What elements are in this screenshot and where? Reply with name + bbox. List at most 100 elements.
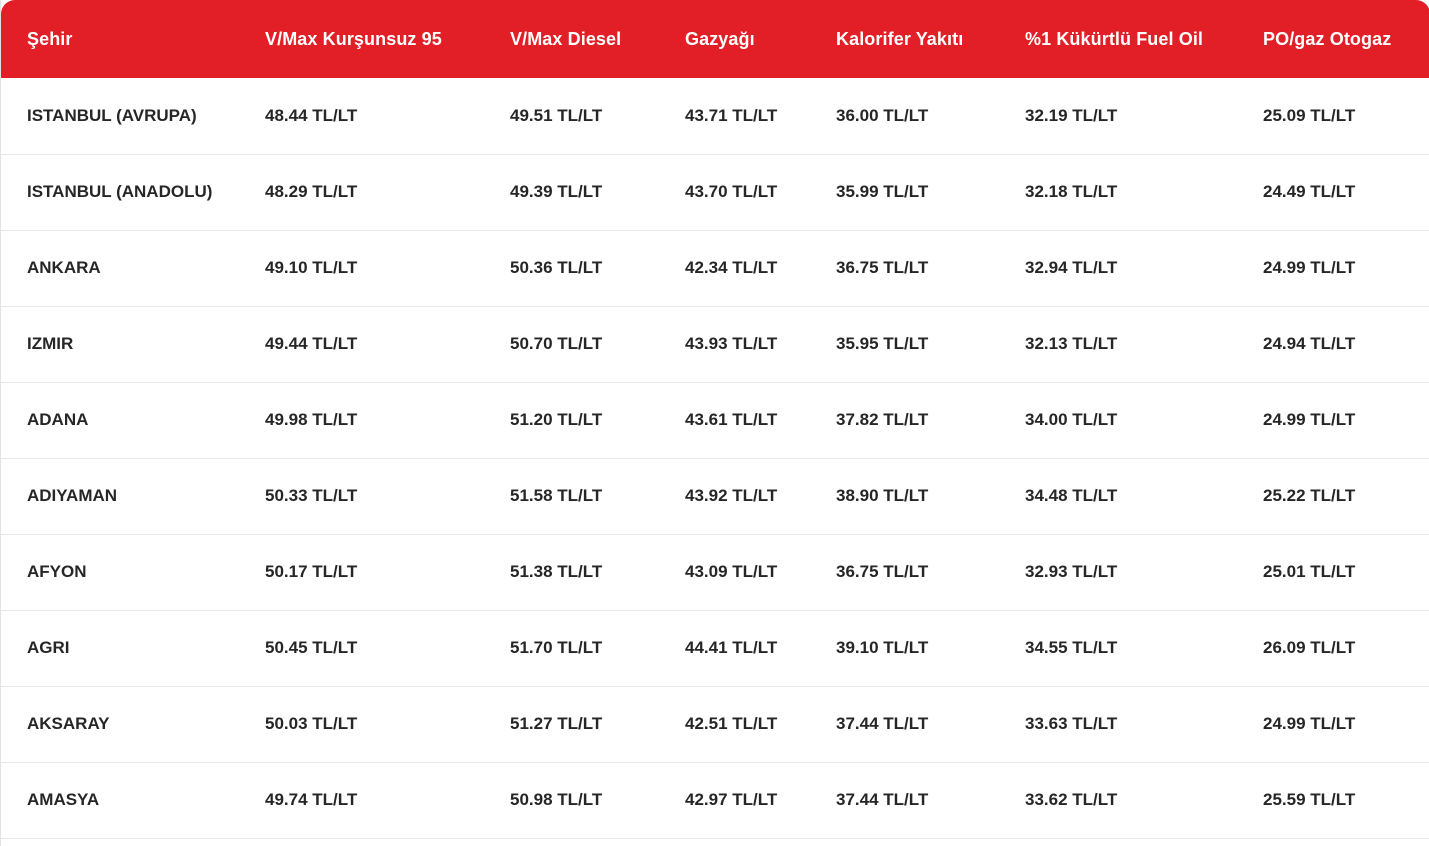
header-kerosene[interactable]: Gazyağı [685,0,836,78]
header-vmax-unleaded-95[interactable]: V/Max Kurşunsuz 95 [265,0,510,78]
cell-autogas: 25.09 TL/LT [1263,78,1429,154]
cell-value: 43.92 TL/LT [685,486,778,505]
cell-kerosene: 43.61 TL/LT [685,382,836,458]
cell-value: 24.99 TL/LT [1263,410,1356,429]
cell-city: AFYON [1,534,265,610]
cell-vmax-diesel: 51.58 TL/LT [510,458,685,534]
cell-vmax-unleaded-95: 50.45 TL/LT [265,610,510,686]
cell-autogas: 26.09 TL/LT [1263,610,1429,686]
table-row: IZMIR 49.44 TL/LT 50.70 TL/LT 43.93 TL/LT 35… [1,306,1429,382]
cell-city: AGRI [1,610,265,686]
cell-value: 24.49 TL/LT [1263,182,1356,201]
cell-value: 49.10 TL/LT [265,258,358,277]
table-row: AMASYA 49.74 TL/LT 50.98 TL/LT 42.97 TL/LT 3… [1,762,1429,838]
cell-city: ISTANBUL (ANADOLU) [1,154,265,230]
cell-vmax-diesel: 50.36 TL/LT [510,230,685,306]
cell-vmax-unleaded-95: 50.33 TL/LT [265,458,510,534]
cell-value: 43.71 TL/LT [685,105,778,125]
cell-autogas: 24.99 TL/LT [1263,382,1429,458]
cell-value: 50.70 TL/LT [510,334,603,353]
cell-value: 32.18 TL/LT [1025,182,1118,201]
cell-value: ADANA [27,410,89,429]
cell-value: 39.10 TL/LT [836,638,929,657]
cell-autogas: 24.49 TL/LT [1263,154,1429,230]
cell-value: 32.93 TL/LT [1025,562,1118,581]
cell-city: IZMIR [1,306,265,382]
cell-value: 32.94 TL/LT [1025,258,1118,277]
cell-value: 35.95 TL/LT [836,334,929,353]
cell-vmax-diesel: 50.98 TL/LT [510,762,685,838]
cell-autogas: 25.59 TL/LT [1263,762,1429,838]
cell-vmax-diesel: 50.70 TL/LT [510,306,685,382]
cell-vmax-diesel: 49.39 TL/LT [510,154,685,230]
cell-value: 37.44 TL/LT [836,790,929,809]
header-city[interactable]: Şehir [1,0,265,78]
cell-value: AMASYA [27,790,100,809]
cell-value: 43.93 TL/LT [685,334,778,353]
table-row: ANKARA 49.10 TL/LT 50.36 TL/LT 42.34 TL/LT 3… [1,230,1429,306]
cell-kerosene: 43.09 TL/LT [685,534,836,610]
cell-vmax-unleaded-95: 49.44 TL/LT [265,306,510,382]
cell-value: 24.94 TL/LT [1263,334,1356,353]
table-row: AFYON 50.17 TL/LT 51.38 TL/LT 43.09 TL/LT 36… [1,534,1429,610]
cell-fuel-oil: 34.55 TL/LT [1025,610,1263,686]
cell-heating-oil: 39.10 TL/LT [836,610,1025,686]
cell-value: 36.75 TL/LT [836,258,929,277]
cell-fuel-oil: 33.63 TL/LT [1025,686,1263,762]
cell-fuel-oil: 32.13 TL/LT [1025,306,1263,382]
table-row: ADIYAMAN 50.33 TL/LT 51.58 TL/LT 43.92 TL/L… [1,458,1429,534]
cell-value: 37.82 TL/LT [836,410,929,429]
cell-heating-oil: 35.95 TL/LT [836,306,1025,382]
cell-value: 50.33 TL/LT [265,486,358,505]
cell-vmax-unleaded-95: 50.03 TL/LT [265,686,510,762]
table-row: ISTANBUL (AVRUPA) 48.44 TL/LT 49.51 TL/LT 4… [1,78,1429,154]
cell-fuel-oil: 34.48 TL/LT [1025,458,1263,534]
header-vmax-diesel[interactable]: V/Max Diesel [510,0,685,78]
cell-value: 44.41 TL/LT [685,638,778,657]
cell-fuel-oil: 32.19 TL/LT [1025,78,1263,154]
cell-value: 43.09 TL/LT [685,562,778,581]
cell-heating-oil: 36.75 TL/LT [836,534,1025,610]
cell-fuel-oil: 34.00 TL/LT [1025,382,1263,458]
cell-city: ADANA [1,382,265,458]
cell-value: 50.98 TL/LT [510,790,603,809]
cell-value: 50.17 TL/LT [265,562,358,581]
cell-heating-oil: 37.44 TL/LT [836,686,1025,762]
cell-autogas: 24.94 TL/LT [1263,306,1429,382]
cell-value: 36.00 TL/LT [836,105,929,125]
cell-value: 50.03 TL/LT [265,714,358,733]
cell-value: 24.99 TL/LT [1263,714,1356,733]
cell-value: AFYON [27,562,87,581]
cell-value: 51.70 TL/LT [510,638,603,657]
cell-city: ANKARA [1,230,265,306]
header-heating-oil[interactable]: Kalorifer Yakıtı [836,0,1025,78]
cell-heating-oil: 37.82 TL/LT [836,382,1025,458]
cell-value: 25.59 TL/LT [1263,790,1356,809]
table-header: Şehir V/Max Kurşunsuz 95 V/Max Diesel Ga… [1,0,1429,78]
cell-city: ADIYAMAN [1,458,265,534]
header-autogas[interactable]: PO/gaz Otogaz [1263,0,1429,78]
cell-vmax-unleaded-95: 49.98 TL/LT [265,382,510,458]
cell-value: 42.51 TL/LT [685,714,778,733]
cell-value: 24.99 TL/LT [1263,258,1356,277]
cell-kerosene: 42.97 TL/LT [685,762,836,838]
cell-value: 36.75 TL/LT [836,562,929,581]
cell-value: 50.36 TL/LT [510,258,603,277]
cell-value: 34.55 TL/LT [1025,638,1118,657]
cell-value: 43.70 TL/LT [685,182,778,201]
cell-heating-oil: 38.90 TL/LT [836,458,1025,534]
cell-value: 25.22 TL/LT [1263,486,1356,505]
cell-fuel-oil: 32.18 TL/LT [1025,154,1263,230]
header-fuel-oil[interactable]: %1 Kükürtlü Fuel Oil [1025,0,1263,78]
table-row: AGRI 50.45 TL/LT 51.70 TL/LT 44.41 TL/LT 39.… [1,610,1429,686]
cell-fuel-oil: 32.93 TL/LT [1025,534,1263,610]
cell-value: 25.01 TL/LT [1263,562,1356,581]
table-row: AKSARAY 50.03 TL/LT 51.27 TL/LT 42.51 TL/LT… [1,686,1429,762]
cell-value: AKSARAY [27,714,110,733]
cell-value: 51.27 TL/LT [510,714,603,733]
cell-fuel-oil: 33.62 TL/LT [1025,762,1263,838]
cell-value: 49.44 TL/LT [265,334,358,353]
cell-kerosene: 43.71 TL/LT [685,78,836,154]
cell-city: AKSARAY [1,686,265,762]
cell-city: AMASYA [1,762,265,838]
